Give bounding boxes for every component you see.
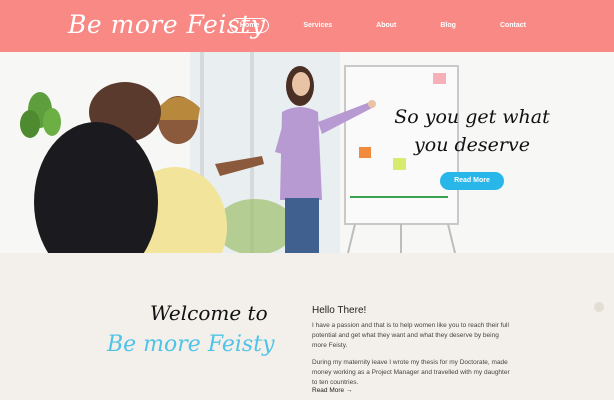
- intro-read-more-link[interactable]: Read More →: [312, 387, 352, 394]
- main-nav: Home Services About Blog Contact: [229, 18, 536, 33]
- hero-tagline-line2: you deserve: [414, 134, 530, 156]
- flipchart-illustration: [344, 65, 459, 253]
- nav-home[interactable]: Home: [229, 18, 270, 33]
- hero-tagline: So you get what you deserve: [392, 103, 552, 159]
- site-header: Be more Feisty Home Services About Blog …: [0, 0, 614, 52]
- nav-contact[interactable]: Contact: [490, 18, 536, 33]
- welcome-brand-name: Be more Feisty: [107, 332, 275, 357]
- read-more-button[interactable]: Read More: [440, 172, 504, 190]
- intro-paragraph-1: I have a passion and that is to help wom…: [312, 322, 509, 349]
- intro-paragraph-2: During my maternity leave I wrote my the…: [312, 359, 510, 386]
- hero-banner: So you get what you deserve Read More: [0, 52, 614, 253]
- hero-tagline-line1: So you get what: [394, 106, 550, 128]
- welcome-heading: Welcome to: [150, 301, 268, 325]
- nav-about[interactable]: About: [366, 18, 406, 33]
- hello-title: Hello There!: [312, 305, 367, 316]
- nav-blog[interactable]: Blog: [430, 18, 466, 33]
- nav-services[interactable]: Services: [293, 18, 342, 33]
- scroll-top-icon[interactable]: [594, 302, 604, 312]
